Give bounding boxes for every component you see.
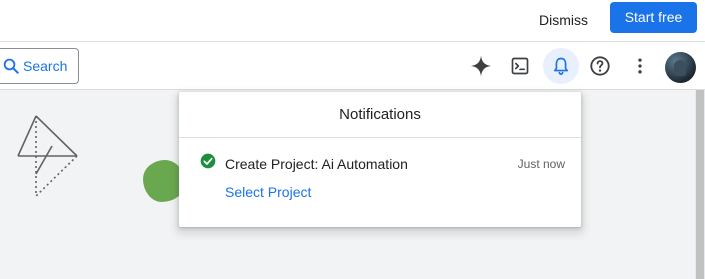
notification-time: Just now bbox=[517, 157, 565, 171]
toolbar: Search bbox=[0, 42, 705, 90]
notifications-panel: Notifications Create Project: Ai Automat… bbox=[179, 92, 581, 227]
notification-item: Create Project: Ai Automation Just now S… bbox=[179, 139, 581, 227]
scrollbar-thumb[interactable] bbox=[696, 90, 704, 279]
select-project-link[interactable]: Select Project bbox=[225, 184, 311, 200]
search-icon bbox=[3, 58, 19, 74]
start-free-button[interactable]: Start free bbox=[610, 2, 697, 33]
dismiss-button[interactable]: Dismiss bbox=[527, 6, 600, 34]
search-button[interactable]: Search bbox=[0, 48, 79, 84]
gemini-sparkle-button[interactable] bbox=[463, 48, 499, 84]
terminal-icon bbox=[511, 57, 529, 75]
promo-bar: Dismiss Start free bbox=[0, 0, 705, 42]
notifications-button[interactable] bbox=[543, 48, 579, 84]
notification-title: Create Project: Ai Automation bbox=[225, 156, 408, 172]
account-avatar[interactable] bbox=[665, 52, 696, 83]
paper-plane-illustration bbox=[17, 115, 78, 197]
search-label: Search bbox=[23, 58, 68, 74]
more-options-button[interactable] bbox=[622, 48, 658, 84]
check-circle-icon bbox=[200, 153, 216, 169]
more-vert-icon bbox=[638, 58, 642, 74]
gemini-sparkle-icon bbox=[470, 55, 492, 77]
notifications-title: Notifications bbox=[179, 92, 581, 138]
bell-icon bbox=[553, 57, 569, 76]
help-button[interactable] bbox=[582, 48, 618, 84]
help-icon bbox=[590, 56, 610, 76]
cloud-shell-button[interactable] bbox=[502, 48, 538, 84]
console-page: Dismiss Start free Search Notifications … bbox=[0, 0, 705, 279]
